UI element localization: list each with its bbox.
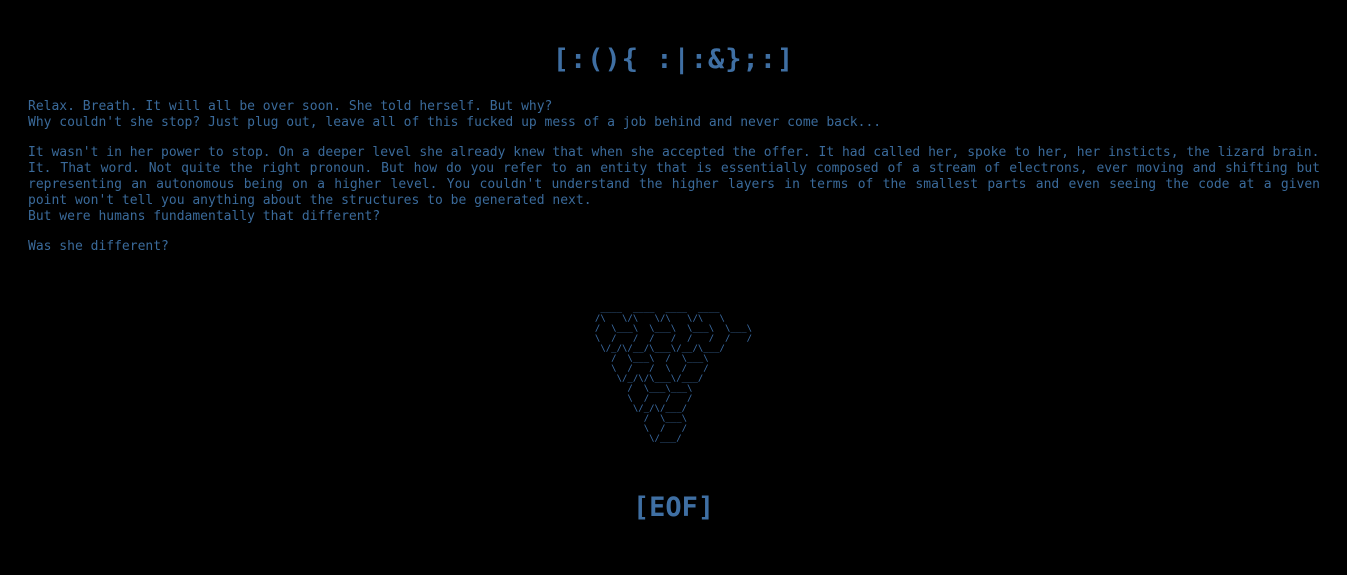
story-line: Relax. Breath. It will all be over soon.…	[28, 99, 553, 114]
story-line: It wasn't in her power to stop. On a dee…	[28, 145, 1320, 160]
story-paragraph: Relax. Breath. It will all be over soon.…	[28, 99, 1320, 131]
story-line: Was she different?	[28, 239, 169, 254]
eof-marker: [EOF]	[632, 492, 715, 523]
story-line: It. That word. Not quite the right prono…	[28, 161, 1320, 208]
story-line: Why couldn't she stop? Just plug out, le…	[28, 115, 882, 130]
page: [:(){ :|:&};:] Relax. Breath. It will al…	[0, 0, 1347, 575]
story-line: But were humans fundamentally that diffe…	[28, 209, 381, 224]
story-paragraph: It wasn't in her power to stop. On a dee…	[28, 145, 1320, 225]
ascii-art-text: ____ ____ ____ ____ /\ \/\ \/\ \/\ \ / \…	[594, 304, 753, 444]
ascii-art-triangle: ____ ____ ____ ____ /\ \/\ \/\ \/\ \ / \…	[0, 304, 1347, 445]
story-text: Relax. Breath. It will all be over soon.…	[28, 99, 1320, 269]
story-paragraph: Was she different?	[28, 239, 1320, 255]
page-title: [:(){ :|:&};:]	[552, 44, 795, 75]
